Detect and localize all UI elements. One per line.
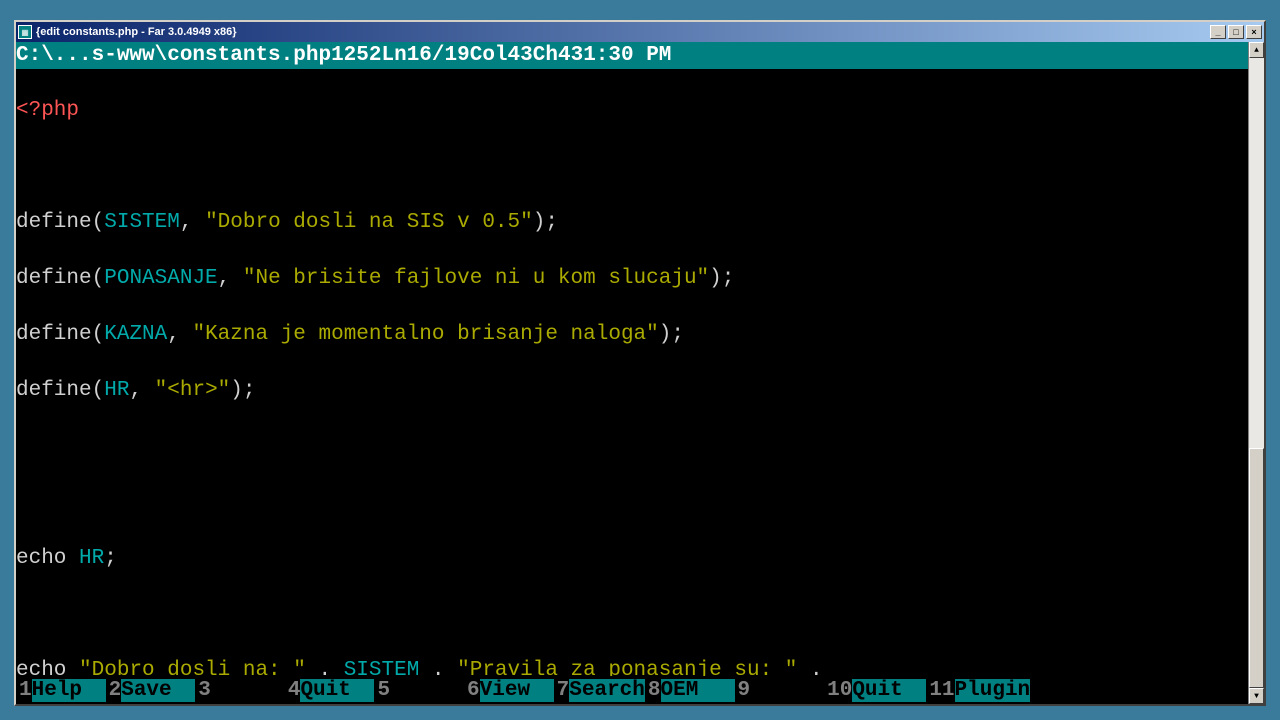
status-col-label: Col (470, 44, 508, 67)
close-button[interactable]: × (1246, 25, 1262, 39)
minimize-button[interactable]: _ (1210, 25, 1226, 39)
fn-f7[interactable]: 7Search (554, 676, 645, 704)
status-col: 43 (508, 44, 533, 67)
kw-define: define (16, 211, 92, 234)
fn-f11[interactable]: 11Plugin (926, 676, 1030, 704)
const-kazna: KAZNA (104, 323, 167, 346)
str-literal: "Dobro dosli na SIS v 0.5" (205, 211, 533, 234)
vertical-scrollbar[interactable]: ▲ ▼ (1248, 42, 1264, 704)
const-hr: HR (104, 379, 129, 402)
scroll-up-icon[interactable]: ▲ (1249, 42, 1264, 58)
php-open-tag: <?php (16, 99, 79, 122)
fn-f3[interactable]: 3 (195, 676, 285, 704)
editor-column: C:\...s-www\constants.php 1252 Ln 16/19 … (16, 42, 1248, 704)
const-sistem: SISTEM (104, 211, 180, 234)
fn-f9[interactable]: 9 (735, 676, 825, 704)
window-title: {edit constants.php - Far 3.0.4949 x86} (36, 26, 1208, 38)
fn-f5[interactable]: 5 (374, 676, 464, 704)
titlebar: ▦ {edit constants.php - Far 3.0.4949 x86… (16, 22, 1264, 42)
str-literal: "Dobro dosli na: " (79, 659, 306, 676)
status-time: 1:30 PM (583, 44, 671, 67)
str-literal: "Pravila za ponasanje su: " (457, 659, 797, 676)
fn-f10[interactable]: 10Quit (824, 676, 926, 704)
function-key-bar: 1Help 2Save 3 4Quit 5 6View 7Search 8OEM… (16, 676, 1248, 704)
scrollbar-thumb[interactable] (1249, 448, 1264, 688)
status-ln: 16/19 (407, 44, 470, 67)
str-literal: "Kazna je momentalno brisanje naloga" (192, 323, 658, 346)
app-window: ▦ {edit constants.php - Far 3.0.4949 x86… (14, 20, 1266, 706)
fn-f4[interactable]: 4Quit (285, 676, 375, 704)
status-ln-label: Ln (381, 44, 406, 67)
fn-f1[interactable]: 1Help (16, 676, 106, 704)
fn-f2[interactable]: 2Save (106, 676, 196, 704)
code-editor[interactable]: <?php define(SISTEM, "Dobro dosli na SIS… (16, 69, 1248, 676)
str-literal: "<hr>" (155, 379, 231, 402)
fn-f6[interactable]: 6View (464, 676, 554, 704)
scrollbar-track[interactable] (1249, 58, 1264, 688)
status-ch-label: Ch (533, 44, 558, 67)
scroll-down-icon[interactable]: ▼ (1249, 688, 1264, 704)
main-area: C:\...s-www\constants.php 1252 Ln 16/19 … (16, 42, 1264, 704)
status-ch: 43 (558, 44, 583, 67)
maximize-button[interactable]: □ (1228, 25, 1244, 39)
status-bar: C:\...s-www\constants.php 1252 Ln 16/19 … (16, 42, 1248, 69)
status-size: 1252 (331, 44, 381, 67)
status-path: C:\...s-www\constants.php (16, 44, 331, 67)
kw-echo: echo (16, 547, 66, 570)
const-ponasanje: PONASANJE (104, 267, 217, 290)
app-icon: ▦ (18, 25, 32, 39)
str-literal: "Ne brisite fajlove ni u kom slucaju" (243, 267, 709, 290)
fn-f8[interactable]: 8OEM (645, 676, 735, 704)
